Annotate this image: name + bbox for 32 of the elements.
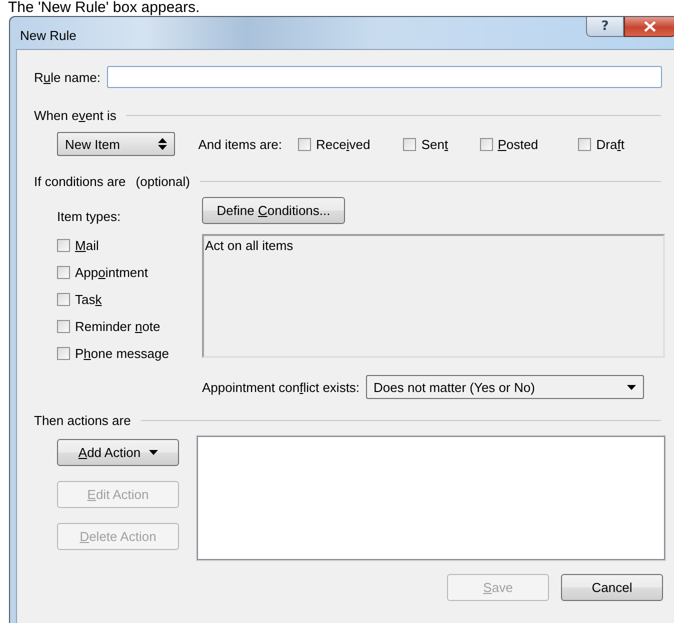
- optional-note: (optional): [136, 174, 190, 189]
- checkbox[interactable]: Posted: [480, 136, 572, 152]
- window-title: New Rule: [19, 26, 76, 42]
- checkbox[interactable]: Reminder note: [57, 319, 202, 334]
- checkbox[interactable]: Sent: [403, 136, 474, 152]
- checkbox[interactable]: Appointment: [57, 265, 202, 280]
- section-heading: If conditions are: [34, 174, 126, 189]
- checkbox[interactable]: Received: [298, 136, 398, 152]
- section-heading: When event is: [34, 108, 116, 123]
- checkbox[interactable]: Mail: [57, 238, 202, 253]
- checkbox[interactable]: Task: [57, 292, 202, 307]
- rule-name-label: Rule name:: [34, 70, 100, 84]
- checkbox[interactable]: Draft: [578, 136, 665, 152]
- close-button[interactable]: [624, 17, 674, 37]
- item-types-label: Item types:: [57, 209, 122, 224]
- dropdown-arrow-icon: [148, 450, 158, 455]
- caption: The 'New Rule' box appears.: [7, 0, 201, 16]
- conditions-text: Act on all items: [205, 238, 294, 253]
- event-select[interactable]: New Item: [57, 132, 176, 156]
- action-button[interactable]: Add Action: [57, 439, 179, 466]
- close-icon: [644, 21, 656, 32]
- rule-name-field[interactable]: [106, 66, 662, 88]
- help-button[interactable]: ?: [586, 17, 624, 37]
- items-label: And items are:: [198, 136, 282, 152]
- conflict-label: Appointment conflict exists:: [202, 380, 360, 394]
- section-heading: Then actions are: [34, 413, 131, 428]
- define-conditions-button[interactable]: Define Conditions...: [202, 197, 345, 224]
- spinner-arrows-icon: [158, 138, 168, 150]
- conflict-select[interactable]: Does not matter (Yes or No): [366, 375, 644, 399]
- dropdown-arrow-icon: [626, 384, 636, 390]
- dialog-button[interactable]: Cancel: [561, 574, 663, 601]
- checkbox[interactable]: Phone message: [57, 346, 202, 361]
